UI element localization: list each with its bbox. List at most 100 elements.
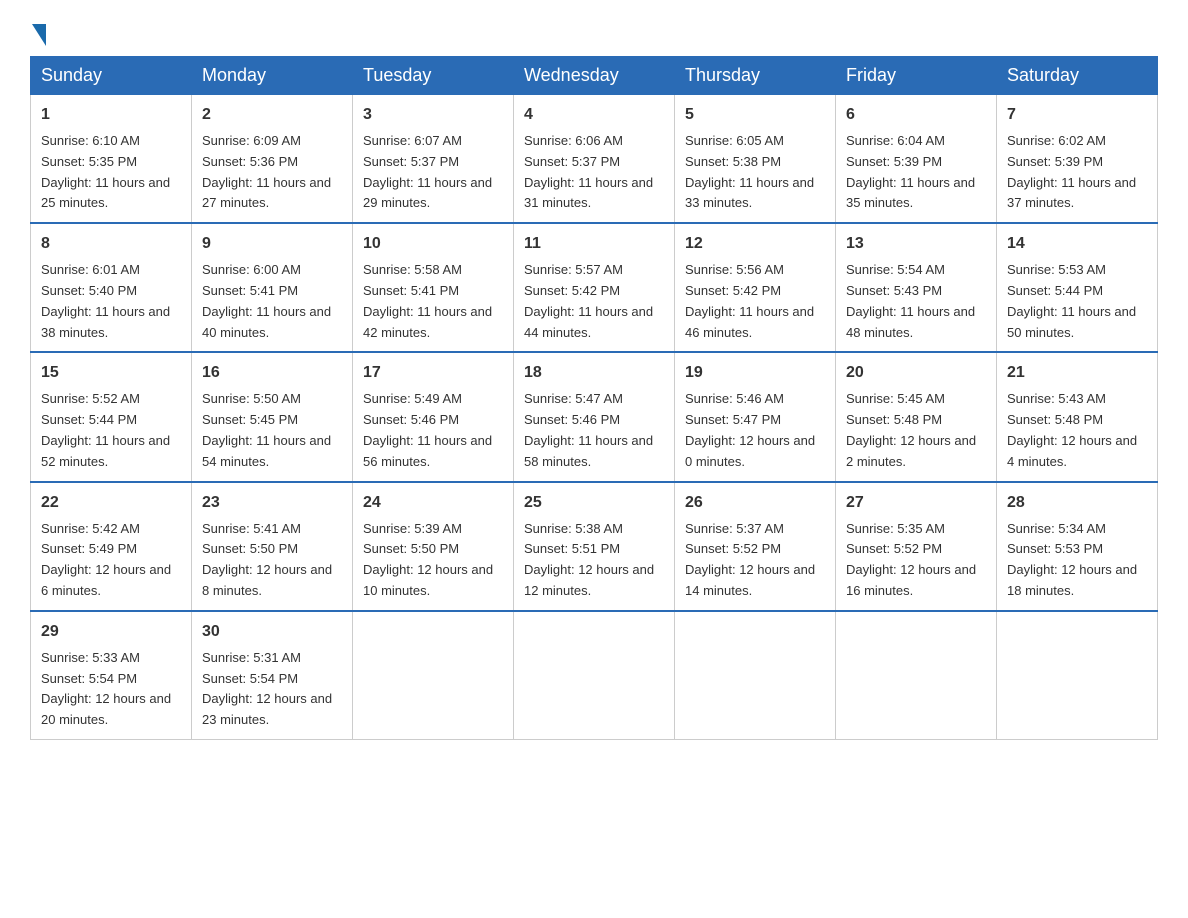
calendar-cell: 21 Sunrise: 5:43 AMSunset: 5:48 PMDayligh… [997,352,1158,481]
calendar-cell: 24 Sunrise: 5:39 AMSunset: 5:50 PMDayligh… [353,482,514,611]
calendar-week-row: 8 Sunrise: 6:01 AMSunset: 5:40 PMDaylight… [31,223,1158,352]
calendar-cell [353,611,514,740]
day-info: Sunrise: 6:04 AMSunset: 5:39 PMDaylight:… [846,133,975,210]
calendar-header-sunday: Sunday [31,57,192,95]
day-number: 11 [524,232,664,256]
day-number: 16 [202,361,342,385]
calendar-cell: 8 Sunrise: 6:01 AMSunset: 5:40 PMDaylight… [31,223,192,352]
calendar-cell: 3 Sunrise: 6:07 AMSunset: 5:37 PMDaylight… [353,95,514,224]
day-info: Sunrise: 5:39 AMSunset: 5:50 PMDaylight:… [363,521,493,598]
day-number: 28 [1007,491,1147,515]
day-number: 23 [202,491,342,515]
day-number: 7 [1007,103,1147,127]
day-info: Sunrise: 5:47 AMSunset: 5:46 PMDaylight:… [524,391,653,468]
day-info: Sunrise: 6:10 AMSunset: 5:35 PMDaylight:… [41,133,170,210]
calendar-week-row: 22 Sunrise: 5:42 AMSunset: 5:49 PMDayligh… [31,482,1158,611]
calendar-cell: 1 Sunrise: 6:10 AMSunset: 5:35 PMDaylight… [31,95,192,224]
calendar-cell: 12 Sunrise: 5:56 AMSunset: 5:42 PMDayligh… [675,223,836,352]
day-info: Sunrise: 6:02 AMSunset: 5:39 PMDaylight:… [1007,133,1136,210]
day-number: 17 [363,361,503,385]
day-number: 9 [202,232,342,256]
calendar-table: SundayMondayTuesdayWednesdayThursdayFrid… [30,56,1158,740]
day-number: 21 [1007,361,1147,385]
day-number: 6 [846,103,986,127]
calendar-header-monday: Monday [192,57,353,95]
calendar-header-friday: Friday [836,57,997,95]
day-info: Sunrise: 5:43 AMSunset: 5:48 PMDaylight:… [1007,391,1137,468]
calendar-cell [675,611,836,740]
calendar-cell: 17 Sunrise: 5:49 AMSunset: 5:46 PMDayligh… [353,352,514,481]
day-info: Sunrise: 5:34 AMSunset: 5:53 PMDaylight:… [1007,521,1137,598]
day-info: Sunrise: 6:01 AMSunset: 5:40 PMDaylight:… [41,262,170,339]
day-number: 15 [41,361,181,385]
calendar-cell: 29Sunrise: 5:33 AMSunset: 5:54 PMDayligh… [31,611,192,740]
day-info: Sunrise: 5:57 AMSunset: 5:42 PMDaylight:… [524,262,653,339]
day-number: 5 [685,103,825,127]
day-info: Sunrise: 5:31 AMSunset: 5:54 PMDaylight:… [202,650,332,727]
calendar-cell: 11 Sunrise: 5:57 AMSunset: 5:42 PMDayligh… [514,223,675,352]
day-info: Sunrise: 5:38 AMSunset: 5:51 PMDaylight:… [524,521,654,598]
logo-arrow-icon [32,24,46,46]
day-number: 4 [524,103,664,127]
calendar-week-row: 29Sunrise: 5:33 AMSunset: 5:54 PMDayligh… [31,611,1158,740]
calendar-cell: 2Sunrise: 6:09 AMSunset: 5:36 PMDaylight… [192,95,353,224]
calendar-cell: 26 Sunrise: 5:37 AMSunset: 5:52 PMDayligh… [675,482,836,611]
day-number: 10 [363,232,503,256]
calendar-cell: 9 Sunrise: 6:00 AMSunset: 5:41 PMDaylight… [192,223,353,352]
day-number: 29 [41,620,181,644]
day-info: Sunrise: 5:49 AMSunset: 5:46 PMDaylight:… [363,391,492,468]
calendar-cell [514,611,675,740]
day-number: 1 [41,103,181,127]
day-number: 22 [41,491,181,515]
calendar-cell: 15Sunrise: 5:52 AMSunset: 5:44 PMDayligh… [31,352,192,481]
calendar-header-tuesday: Tuesday [353,57,514,95]
calendar-header-wednesday: Wednesday [514,57,675,95]
calendar-header-saturday: Saturday [997,57,1158,95]
day-info: Sunrise: 5:50 AMSunset: 5:45 PMDaylight:… [202,391,331,468]
calendar-cell [836,611,997,740]
calendar-cell: 19Sunrise: 5:46 AMSunset: 5:47 PMDayligh… [675,352,836,481]
day-number: 26 [685,491,825,515]
day-info: Sunrise: 5:53 AMSunset: 5:44 PMDaylight:… [1007,262,1136,339]
calendar-cell: 20 Sunrise: 5:45 AMSunset: 5:48 PMDayligh… [836,352,997,481]
day-info: Sunrise: 6:00 AMSunset: 5:41 PMDaylight:… [202,262,331,339]
page-header [30,20,1158,46]
day-number: 14 [1007,232,1147,256]
calendar-week-row: 1 Sunrise: 6:10 AMSunset: 5:35 PMDaylight… [31,95,1158,224]
day-info: Sunrise: 5:58 AMSunset: 5:41 PMDaylight:… [363,262,492,339]
calendar-cell: 30Sunrise: 5:31 AMSunset: 5:54 PMDayligh… [192,611,353,740]
logo [30,20,46,46]
day-number: 12 [685,232,825,256]
day-number: 19 [685,361,825,385]
calendar-cell: 16 Sunrise: 5:50 AMSunset: 5:45 PMDayligh… [192,352,353,481]
day-number: 3 [363,103,503,127]
day-number: 18 [524,361,664,385]
calendar-cell: 28 Sunrise: 5:34 AMSunset: 5:53 PMDayligh… [997,482,1158,611]
calendar-cell: 23 Sunrise: 5:41 AMSunset: 5:50 PMDayligh… [192,482,353,611]
calendar-cell: 25 Sunrise: 5:38 AMSunset: 5:51 PMDayligh… [514,482,675,611]
day-info: Sunrise: 6:07 AMSunset: 5:37 PMDaylight:… [363,133,492,210]
day-info: Sunrise: 5:56 AMSunset: 5:42 PMDaylight:… [685,262,814,339]
day-number: 2 [202,103,342,127]
calendar-header-row: SundayMondayTuesdayWednesdayThursdayFrid… [31,57,1158,95]
day-number: 20 [846,361,986,385]
calendar-cell: 4 Sunrise: 6:06 AMSunset: 5:37 PMDaylight… [514,95,675,224]
day-number: 24 [363,491,503,515]
calendar-cell: 18 Sunrise: 5:47 AMSunset: 5:46 PMDayligh… [514,352,675,481]
day-info: Sunrise: 5:45 AMSunset: 5:48 PMDaylight:… [846,391,976,468]
day-info: Sunrise: 6:06 AMSunset: 5:37 PMDaylight:… [524,133,653,210]
day-number: 25 [524,491,664,515]
day-number: 27 [846,491,986,515]
day-info: Sunrise: 5:37 AMSunset: 5:52 PMDaylight:… [685,521,815,598]
calendar-cell: 13Sunrise: 5:54 AMSunset: 5:43 PMDayligh… [836,223,997,352]
day-info: Sunrise: 5:35 AMSunset: 5:52 PMDaylight:… [846,521,976,598]
calendar-week-row: 15Sunrise: 5:52 AMSunset: 5:44 PMDayligh… [31,352,1158,481]
day-number: 8 [41,232,181,256]
day-info: Sunrise: 5:42 AMSunset: 5:49 PMDaylight:… [41,521,171,598]
calendar-header-thursday: Thursday [675,57,836,95]
calendar-cell: 14 Sunrise: 5:53 AMSunset: 5:44 PMDayligh… [997,223,1158,352]
day-info: Sunrise: 5:41 AMSunset: 5:50 PMDaylight:… [202,521,332,598]
calendar-cell: 5Sunrise: 6:05 AMSunset: 5:38 PMDaylight… [675,95,836,224]
day-info: Sunrise: 5:54 AMSunset: 5:43 PMDaylight:… [846,262,975,339]
calendar-cell [997,611,1158,740]
